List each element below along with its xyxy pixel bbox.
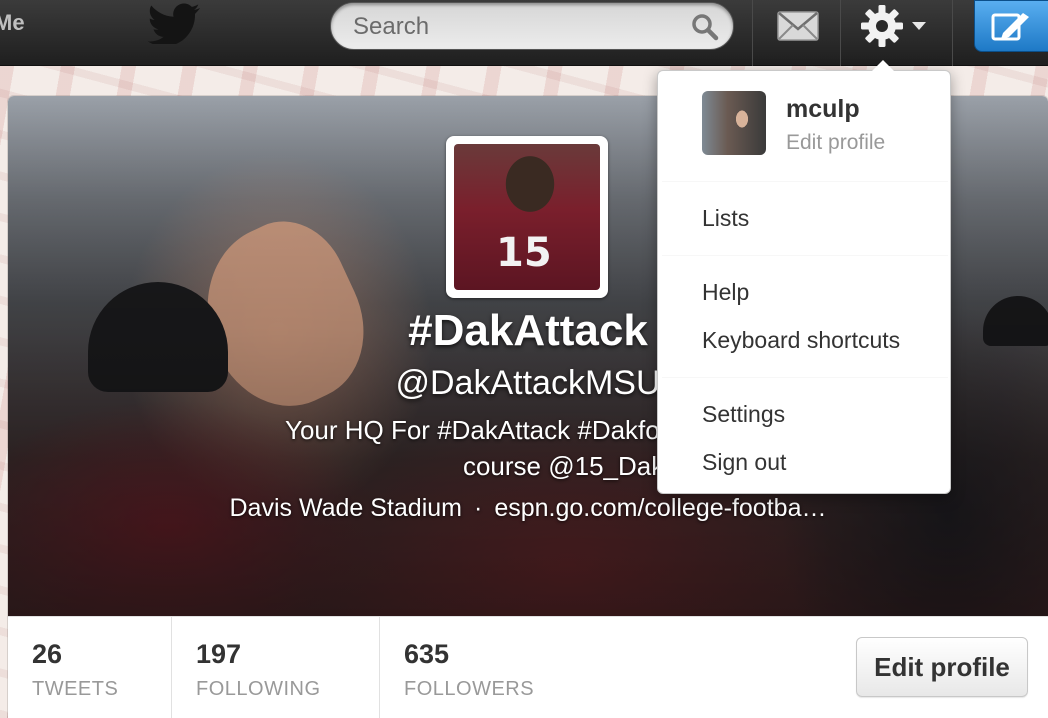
stat-value: 26 <box>32 639 63 669</box>
menu-item-lists[interactable]: Lists <box>702 205 749 232</box>
nav-me-link[interactable]: Me <box>0 10 25 36</box>
stat-following[interactable]: 197 FOLLOWING <box>172 617 380 718</box>
compose-tweet-button[interactable] <box>974 0 1048 52</box>
twitter-bird-icon[interactable] <box>148 2 204 44</box>
nav-divider <box>752 0 753 66</box>
settings-menu-button[interactable] <box>856 0 936 56</box>
menu-item-settings[interactable]: Settings <box>702 401 785 428</box>
chevron-down-icon <box>912 22 926 30</box>
profile-url-link[interactable]: espn.go.com/college-footba… <box>494 494 826 522</box>
stat-label: TWEETS <box>32 678 119 700</box>
stat-label: FOLLOWING <box>196 678 321 700</box>
dropdown-username: mculp <box>786 95 860 123</box>
stat-label: FOLLOWERS <box>404 678 535 700</box>
dropdown-edit-profile: Edit profile <box>786 131 886 154</box>
compose-icon <box>991 13 1029 41</box>
menu-item-sign-out[interactable]: Sign out <box>702 449 786 476</box>
dropdown-divider <box>662 255 948 256</box>
avatar-image: 15 <box>454 144 600 290</box>
user-avatar <box>702 91 766 155</box>
profile-stats: 26 TWEETS 197 FOLLOWING 635 FOLLOWERS Ed… <box>8 616 1048 718</box>
stat-value: 197 <box>196 639 242 669</box>
dropdown-user-profile[interactable]: mculp Edit profile <box>658 71 950 181</box>
dropdown-divider <box>662 181 948 182</box>
dropdown-divider <box>662 377 948 378</box>
envelope-icon[interactable] <box>776 8 820 44</box>
meta-separator: · <box>474 494 483 522</box>
gear-icon[interactable] <box>860 4 904 48</box>
nav-divider <box>840 0 841 66</box>
stat-tweets[interactable]: 26 TWEETS <box>8 617 172 718</box>
stat-followers[interactable]: 635 FOLLOWERS <box>380 617 640 718</box>
menu-item-keyboard-shortcuts[interactable]: Keyboard shortcuts <box>702 327 900 354</box>
stat-value: 635 <box>404 639 450 669</box>
top-navbar: Me <box>0 0 1048 66</box>
avatar-jersey-number: 15 <box>496 230 552 276</box>
dropdown-pointer <box>872 60 894 71</box>
search-icon[interactable] <box>691 13 719 41</box>
search-box[interactable] <box>330 2 734 50</box>
search-input[interactable] <box>353 13 673 41</box>
profile-location: Davis Wade Stadium <box>229 494 463 522</box>
profile-meta: Davis Wade Stadium · espn.go.com/college-f… <box>8 494 1048 523</box>
edit-profile-button[interactable]: Edit profile <box>856 637 1028 697</box>
menu-item-help[interactable]: Help <box>702 279 749 306</box>
profile-avatar[interactable]: 15 <box>446 136 608 298</box>
settings-dropdown: mculp Edit profile Lists Help Keyboard s… <box>657 60 951 494</box>
nav-divider <box>952 0 953 66</box>
